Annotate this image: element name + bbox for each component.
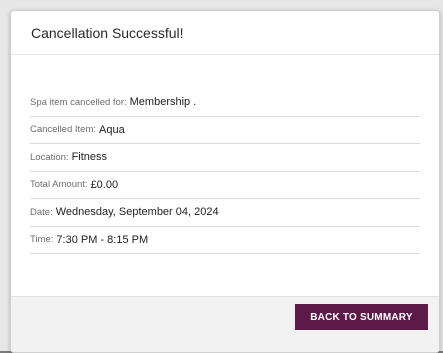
- modal-title: Cancellation Successful!: [31, 24, 184, 41]
- detail-value: £0.00: [90, 178, 119, 191]
- detail-label: Spa item cancelled for:: [30, 96, 127, 108]
- detail-label: Location:: [30, 151, 69, 163]
- detail-label: Total Amount:: [30, 179, 88, 191]
- detail-row-total-amount: Total Amount: £0.00: [30, 172, 420, 199]
- modal-header: Cancellation Successful!: [11, 11, 439, 55]
- modal-footer: BACK TO SUMMARY: [11, 296, 439, 352]
- detail-label: Cancelled Item:: [30, 124, 97, 136]
- detail-value: Wednesday, September 04, 2024: [55, 206, 219, 219]
- detail-row-spa-item: Spa item cancelled for: Membership .: [30, 89, 420, 117]
- cancellation-modal: Cancellation Successful! Spa item cancel…: [10, 10, 440, 353]
- detail-row-cancelled-item: Cancelled Item: Aqua: [30, 117, 420, 144]
- detail-value: 7:30 PM - 8:15 PM: [56, 233, 149, 246]
- detail-row-date: Date: Wednesday, September 04, 2024: [30, 199, 420, 227]
- back-to-summary-button[interactable]: BACK TO SUMMARY: [295, 304, 428, 330]
- detail-row-location: Location: Fitness: [30, 144, 420, 172]
- detail-value: Membership .: [129, 96, 197, 109]
- detail-label: Time:: [30, 234, 54, 246]
- detail-row-time: Time: 7:30 PM - 8:15 PM: [30, 227, 420, 254]
- modal-body: Spa item cancelled for: Membership . Can…: [11, 55, 439, 254]
- detail-label: Date:: [30, 206, 53, 218]
- detail-value: Aqua: [99, 123, 125, 136]
- detail-value: Fitness: [71, 151, 108, 164]
